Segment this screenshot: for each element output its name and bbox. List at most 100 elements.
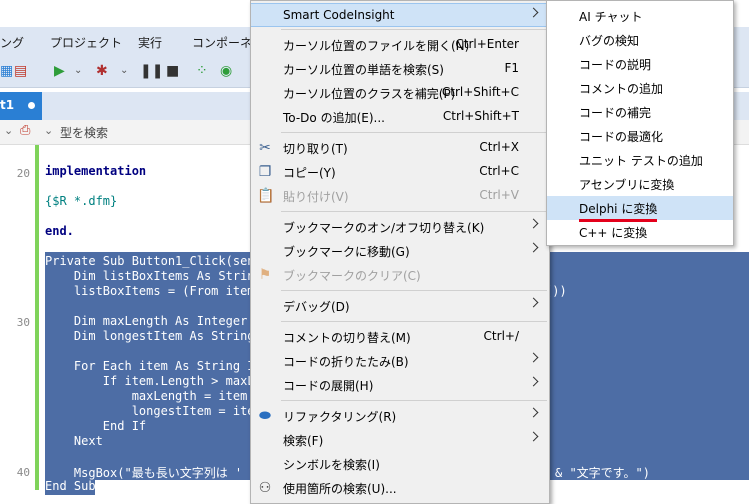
submenu-item-explain-code[interactable]: コードの説明 xyxy=(547,52,733,76)
run-icon[interactable]: ▶ xyxy=(54,63,65,79)
step-over-icon[interactable]: ⁘ xyxy=(196,63,208,79)
code-line[interactable]: Dim listBoxItems As String xyxy=(45,269,262,283)
menu-item-add-todo[interactable]: To-Do の追加(E)... Ctrl+Shift+T xyxy=(251,105,549,129)
submenu-item-detect-bugs[interactable]: バグの検知 xyxy=(547,28,733,52)
submenu-item-label: コードの最適化 xyxy=(579,130,664,144)
menu-item-toggle-comment[interactable]: コメントの切り替え(M) Ctrl+/ xyxy=(251,325,549,349)
submenu-item-optimize-code[interactable]: コードの最適化 xyxy=(547,124,733,148)
menu-item-copy[interactable]: ❐ コピー(Y) Ctrl+C xyxy=(251,160,549,184)
code-line[interactable]: implementation xyxy=(45,164,146,178)
menu-item-search[interactable]: 検索(F) xyxy=(251,428,549,452)
menu-item-complete-class-at-cursor[interactable]: カーソル位置のクラスを補完(P) Ctrl+Shift+C xyxy=(251,81,549,105)
usages-icon: ⚇ xyxy=(258,480,272,496)
code-line[interactable]: Private Sub Button1_Click(send xyxy=(45,254,262,268)
chevron-down-icon[interactable]: ⌄ xyxy=(120,63,128,79)
code-line[interactable]: If item.Length > maxLe xyxy=(45,374,262,388)
refactor-icon: ⬬ xyxy=(259,408,271,424)
stop-icon[interactable]: ■ xyxy=(166,63,179,79)
menu-item-search-word-at-cursor[interactable]: カーソル位置の単語を検索(S) F1 xyxy=(251,57,549,81)
debug-run-icon[interactable]: ✱ xyxy=(96,63,108,79)
submenu-item-label: Delphi に変換 xyxy=(579,202,658,216)
menu-item-smart-codeinsight[interactable]: Smart CodeInsight xyxy=(251,3,549,27)
menu-item-label: デバッグ(D) xyxy=(283,300,350,314)
menu-item-cut[interactable]: ✂ 切り取り(T) Ctrl+X xyxy=(251,136,549,160)
chevron-right-icon xyxy=(528,352,539,363)
code-line[interactable]: {$R *.dfm} xyxy=(45,194,117,208)
menu-item-label: コードの折りたたみ(B) xyxy=(283,355,409,369)
pause-icon[interactable]: ❚❚ xyxy=(140,63,163,79)
toolbar-icon[interactable]: ▤ xyxy=(14,63,27,79)
menu-item-project[interactable]: プロジェクト xyxy=(50,34,122,51)
code-line-tail[interactable]: & "文字です。") xyxy=(555,464,650,481)
submenu-item-convert-delphi[interactable]: Delphi に変換 xyxy=(547,196,733,222)
menu-item-find-usages[interactable]: ⚇ 使用箇所の検索(U)... xyxy=(251,476,549,500)
submenu-item-add-comments[interactable]: コメントの追加 xyxy=(547,76,733,100)
submenu-item-label: コードの補完 xyxy=(579,106,652,120)
toolbar-icon[interactable]: ▦ xyxy=(0,63,13,79)
menu-item-shortcut: Ctrl+Enter xyxy=(455,37,519,51)
tab-unit1[interactable]: t1 xyxy=(0,92,42,120)
menu-item-clear-bookmarks[interactable]: ⚑ ブックマークのクリア(C) xyxy=(251,263,549,287)
submenu-item-ai-chat[interactable]: AI チャット xyxy=(547,4,733,28)
code-line[interactable]: End Sub xyxy=(45,479,96,493)
menu-item-label: ブックマークのクリア(C) xyxy=(283,269,421,283)
menu-item-label: カーソル位置のクラスを補完(P) xyxy=(283,87,456,101)
menu-item-goto-bookmark[interactable]: ブックマークに移動(G) xyxy=(251,239,549,263)
menu-item-debug-partial[interactable]: ング xyxy=(0,34,24,51)
menu-item-label: To-Do の追加(E)... xyxy=(283,111,385,125)
menu-separator xyxy=(281,400,547,401)
submenu-item-complete-code[interactable]: コードの補完 xyxy=(547,100,733,124)
chevron-down-icon[interactable]: ⌄ xyxy=(4,124,13,137)
paste-icon: 📋 xyxy=(257,188,275,204)
menu-item-label: カーソル位置の単語を検索(S) xyxy=(283,63,444,77)
menu-item-label: 貼り付け(V) xyxy=(283,190,349,204)
menu-item-toggle-bookmark[interactable]: ブックマークのオン/オフ切り替え(K) xyxy=(251,215,549,239)
menu-separator xyxy=(281,29,547,30)
menu-item-label: リファクタリング(R) xyxy=(283,410,397,424)
menu-item-run[interactable]: 実行 xyxy=(138,34,162,51)
menu-item-label: ブックマークに移動(G) xyxy=(283,245,410,259)
menu-item-shortcut: Ctrl+X xyxy=(479,140,519,154)
chevron-down-icon[interactable]: ⌄ xyxy=(74,63,82,79)
chevron-right-icon xyxy=(528,218,539,229)
chevron-right-icon xyxy=(528,431,539,442)
editor-context-menu: Smart CodeInsight カーソル位置のファイルを開く(N) Ctrl… xyxy=(250,0,550,504)
code-line[interactable]: maxLength = item. xyxy=(45,389,255,403)
chevron-down-icon[interactable]: ⌄ xyxy=(44,124,53,137)
menu-separator xyxy=(281,211,547,212)
submenu-item-label: コードの説明 xyxy=(579,58,652,72)
menu-item-label: コードの展開(H) xyxy=(283,379,374,393)
menu-separator xyxy=(281,290,547,291)
change-bar xyxy=(35,145,39,490)
menu-item-open-file-at-cursor[interactable]: カーソル位置のファイルを開く(N) Ctrl+Enter xyxy=(251,33,549,57)
chevron-right-icon xyxy=(528,242,539,253)
submenu-item-convert-cpp[interactable]: C++ に変換 xyxy=(547,220,733,244)
type-search-input[interactable]: 型を検索 xyxy=(60,124,108,141)
menu-item-refactoring[interactable]: ⬬ リファクタリング(R) xyxy=(251,404,549,428)
menu-item-find-symbol[interactable]: シンボルを検索(I) xyxy=(251,452,549,476)
code-line[interactable]: Next xyxy=(45,434,103,448)
submenu-item-label: AI チャット xyxy=(579,10,643,24)
code-line[interactable]: end. xyxy=(45,224,74,238)
printer-icon[interactable]: ⎙ xyxy=(20,123,30,138)
menu-item-shortcut: Ctrl+Shift+T xyxy=(442,109,519,123)
code-line[interactable]: Dim maxLength As Integer = xyxy=(45,314,262,328)
code-line[interactable]: End If xyxy=(45,419,146,433)
line-number: 40 xyxy=(16,466,30,479)
menu-item-debug[interactable]: デバッグ(D) xyxy=(251,294,549,318)
submenu-item-convert-assembly[interactable]: アセンブリに変換 xyxy=(547,172,733,196)
menu-item-label: コメントの切り替え(M) xyxy=(283,331,411,345)
submenu-item-add-unit-tests[interactable]: ユニット テストの追加 xyxy=(547,148,733,172)
code-line[interactable]: Dim longestItem As String xyxy=(45,329,255,343)
menu-item-paste[interactable]: 📋 貼り付け(V) Ctrl+V xyxy=(251,184,549,208)
code-line[interactable]: longestItem = ite xyxy=(45,404,255,418)
menu-item-unfold-code[interactable]: コードの展開(H) xyxy=(251,373,549,397)
code-line[interactable]: For Each item As String In xyxy=(45,359,262,373)
menu-item-label: 切り取り(T) xyxy=(283,142,348,156)
step-into-icon[interactable]: ◉ xyxy=(220,63,232,79)
menu-item-label: シンボルを検索(I) xyxy=(283,458,380,472)
menu-item-fold-code[interactable]: コードの折りたたみ(B) xyxy=(251,349,549,373)
menu-separator xyxy=(281,132,547,133)
code-line[interactable]: listBoxItems = (From item xyxy=(45,284,255,298)
copy-icon: ❐ xyxy=(258,164,272,180)
